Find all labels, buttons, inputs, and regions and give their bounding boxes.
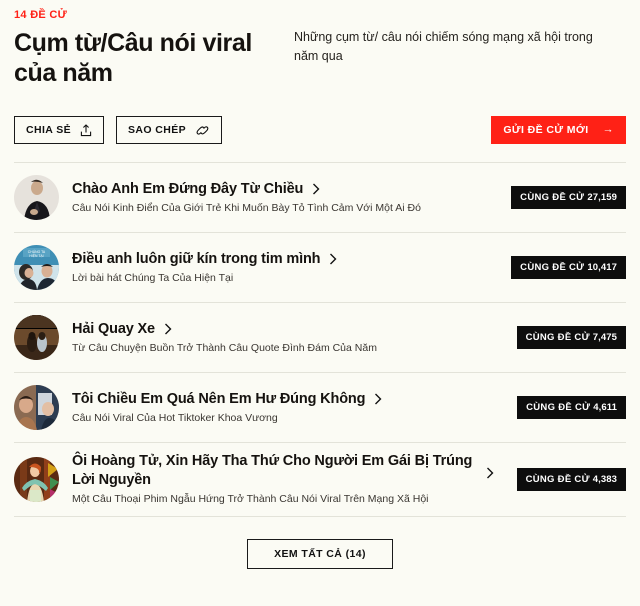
- vote-button[interactable]: CÙNG ĐỀ CỬ 4,383: [516, 468, 626, 491]
- copy-link-button-label: SAO CHÉP: [128, 124, 187, 136]
- chevron-right-icon[interactable]: [374, 393, 382, 405]
- list-item-title: Điều anh luôn giữ kín trong tim mình: [72, 250, 321, 267]
- list-item-subtitle: Từ Câu Chuyện Buồn Trở Thành Câu Quote Đ…: [72, 341, 377, 354]
- chevron-right-icon[interactable]: [329, 253, 337, 265]
- list-item-title: Ôi Hoàng Tử, Xin Hãy Tha Thứ Cho Người E…: [72, 453, 473, 488]
- vote-button-label: CÙNG ĐỀ CỬ: [520, 192, 585, 203]
- vote-button-label: CÙNG ĐỀ CỬ: [525, 332, 590, 343]
- vote-button[interactable]: CÙNG ĐỀ CỬ 7,475: [516, 326, 626, 349]
- list-item-body: Tôi Chiều Em Quá Nên Em Hư Đúng Không Câ…: [72, 390, 517, 426]
- avatar: [14, 175, 59, 220]
- vote-button-label: CÙNG ĐỀ CỬ: [520, 262, 585, 273]
- list-item-title: Hải Quay Xe: [72, 320, 155, 337]
- share-upload-icon: [80, 123, 92, 137]
- header-left-column: 14 ĐỀ CỬ Cụm từ/Câu nói viral của năm: [14, 8, 282, 88]
- list-item-title: Chào Anh Em Đứng Đây Từ Chiều: [72, 180, 304, 197]
- list-item[interactable]: Ôi Hoàng Tử, Xin Hãy Tha Thứ Cho Người E…: [14, 442, 626, 517]
- svg-text:HIỆN TẠI: HIỆN TẠI: [29, 253, 43, 258]
- share-button[interactable]: CHIA SẺ: [14, 116, 104, 144]
- link-chain-icon: [195, 124, 210, 137]
- vote-button-label: CÙNG ĐỀ CỬ: [526, 402, 591, 413]
- list-item-body: Điều anh luôn giữ kín trong tim mình Lời…: [72, 250, 511, 286]
- vote-count: 27,159: [587, 192, 617, 203]
- vote-count: 4,611: [593, 402, 617, 413]
- vote-button-label: CÙNG ĐỀ CỬ: [525, 474, 590, 485]
- vote-count: 10,417: [587, 262, 617, 273]
- list-item[interactable]: Tôi Chiều Em Quá Nên Em Hư Đúng Không Câ…: [14, 372, 626, 442]
- chevron-right-icon[interactable]: [164, 323, 172, 335]
- arrow-right-icon: →: [602, 123, 614, 135]
- page-description: Những cụm từ/ câu nói chiếm sóng mạng xã…: [294, 30, 593, 63]
- list-item-subtitle: Một Câu Thoại Phim Ngẫu Hứng Trở Thành C…: [72, 493, 429, 505]
- list-item-title-line: Tôi Chiều Em Quá Nên Em Hư Đúng Không: [72, 390, 507, 409]
- share-button-label: CHIA SẺ: [26, 124, 71, 136]
- list-item-title-line: Chào Anh Em Đứng Đây Từ Chiều: [72, 180, 501, 199]
- list-item-title-line: Ôi Hoàng Tử, Xin Hãy Tha Thứ Cho Người E…: [72, 452, 513, 490]
- list-item-body: Ôi Hoàng Tử, Xin Hãy Tha Thứ Cho Người E…: [72, 452, 517, 507]
- avatar: [14, 385, 59, 430]
- avatar: [14, 315, 59, 360]
- list-item-subtitle: Câu Nói Viral Của Hot Tiktoker Khoa Vươn…: [72, 411, 278, 424]
- list-item[interactable]: CHÚNG TA HIỆN TẠI Điều anh luôn giữ kín …: [14, 232, 626, 302]
- avatar: [14, 457, 59, 502]
- list-item-subtitle: Câu Nói Kinh Điển Của Giới Trẻ Khi Muốn …: [72, 201, 421, 214]
- nomination-page: 14 ĐỀ CỬ Cụm từ/Câu nói viral của năm Nh…: [0, 0, 640, 606]
- copy-link-button[interactable]: SAO CHÉP: [116, 116, 223, 144]
- list-item-body: Chào Anh Em Đứng Đây Từ Chiều Câu Nói Ki…: [72, 180, 511, 216]
- vote-count: 4,383: [592, 474, 617, 485]
- submit-nomination-label: GỬI ĐỀ CỬ MỚI: [503, 124, 589, 136]
- list-item-title: Tôi Chiều Em Quá Nên Em Hư Đúng Không: [72, 390, 366, 407]
- nomination-count-eyebrow: 14 ĐỀ CỬ: [14, 9, 68, 21]
- action-bar: CHIA SẺ SAO CHÉP GỬI ĐỀ CỬ MỚI →: [0, 88, 640, 150]
- vote-count: 7,475: [592, 332, 617, 343]
- list-item-title-line: Hải Quay Xe: [72, 320, 507, 339]
- list-item[interactable]: Hải Quay Xe Từ Câu Chuyện Buồn Trở Thành…: [14, 302, 626, 372]
- vote-button[interactable]: CÙNG ĐỀ CỬ 10,417: [511, 256, 626, 279]
- chevron-right-icon[interactable]: [486, 467, 494, 479]
- list-footer: XEM TẤT CẢ (14): [0, 517, 640, 569]
- submit-nomination-button[interactable]: GỬI ĐỀ CỬ MỚI →: [491, 116, 626, 144]
- page-header: 14 ĐỀ CỬ Cụm từ/Câu nói viral của năm Nh…: [0, 0, 640, 88]
- list-item-body: Hải Quay Xe Từ Câu Chuyện Buồn Trở Thành…: [72, 320, 517, 356]
- avatar: CHÚNG TA HIỆN TẠI: [14, 245, 59, 290]
- nomination-list: Chào Anh Em Đứng Đây Từ Chiều Câu Nói Ki…: [0, 162, 640, 517]
- list-item[interactable]: Chào Anh Em Đứng Đây Từ Chiều Câu Nói Ki…: [14, 162, 626, 232]
- list-item-subtitle: Lời bài hát Chúng Ta Của Hiện Tại: [72, 271, 234, 284]
- page-title: Cụm từ/Câu nói viral của năm: [14, 29, 252, 87]
- chevron-right-icon[interactable]: [312, 183, 320, 195]
- header-right-column: Những cụm từ/ câu nói chiếm sóng mạng xã…: [282, 8, 626, 88]
- vote-button[interactable]: CÙNG ĐỀ CỬ 27,159: [511, 186, 626, 209]
- vote-button[interactable]: CÙNG ĐỀ CỬ 4,611: [517, 396, 626, 419]
- view-all-button[interactable]: XEM TẤT CẢ (14): [247, 539, 393, 569]
- list-item-title-line: Điều anh luôn giữ kín trong tim mình: [72, 250, 501, 269]
